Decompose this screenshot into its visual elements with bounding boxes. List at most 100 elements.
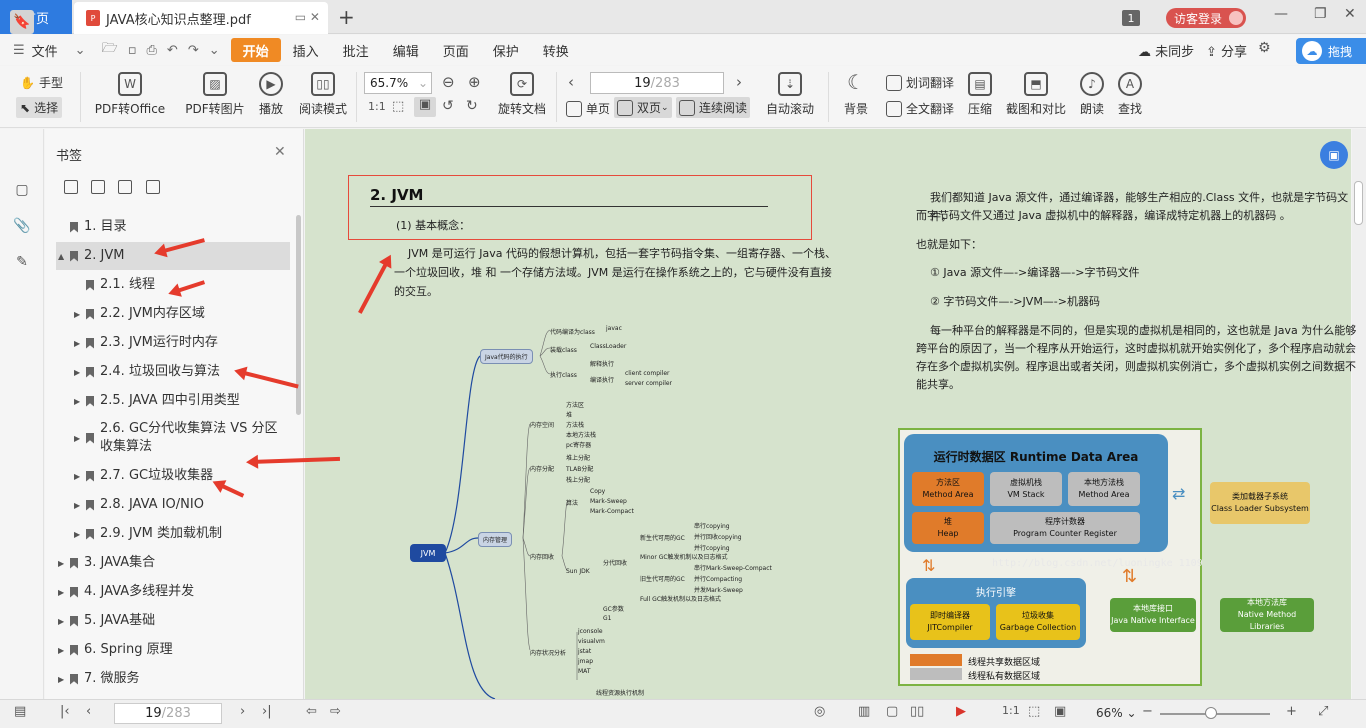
eye-care-icon[interactable]: ◎ (814, 704, 825, 719)
rotate-right-icon[interactable]: ↻ (466, 98, 478, 114)
bookmark-item[interactable]: ▶ 2.2. JVM内存区域 (56, 300, 290, 328)
add-bookmark-icon[interactable] (64, 180, 78, 194)
actual-size-icon[interactable]: 1:1 (368, 100, 386, 113)
open-folder-icon[interactable]: 🗁 (97, 39, 123, 61)
floating-tool-icon[interactable]: ▣ (1320, 141, 1348, 169)
actual-size-icon[interactable]: 1:1 (1002, 704, 1020, 717)
menu-edit[interactable]: 编辑 (381, 38, 431, 62)
background-button[interactable]: ☾ 背景 (838, 72, 874, 117)
bookmark-panel-icon[interactable]: 🔖 (10, 10, 34, 34)
next-page-icon[interactable]: › (240, 704, 245, 719)
double-page-button[interactable]: 双页 ⌄ (614, 97, 672, 118)
hamburger-icon[interactable]: ☰ (8, 43, 30, 58)
expand-toggle-icon[interactable]: ▶ (74, 397, 84, 406)
bookmark-item[interactable]: ▶ 2.5. JAVA 四中引用类型 (56, 387, 290, 415)
minimize-icon[interactable]: — (1274, 6, 1288, 22)
document-tab[interactable]: P JAVA核心知识点整理.pdf ▭ ✕ (74, 2, 328, 34)
status-page-input[interactable]: 19/283 (114, 703, 222, 724)
single-page-button[interactable]: 单页 (566, 100, 610, 117)
bookmark-item[interactable]: ▶ 3. JAVA集合 (56, 549, 290, 577)
bookmark-item[interactable]: ▶ 2.4. 垃圾回收与算法 (56, 358, 290, 386)
expand-toggle-icon[interactable]: ▶ (74, 310, 84, 319)
window-count-badge[interactable]: 1 (1122, 10, 1140, 26)
sidebar-toggle-icon[interactable]: ▤ (14, 704, 26, 719)
expand-toggle-icon[interactable]: ▶ (58, 675, 68, 684)
expand-toggle-icon[interactable]: ▶ (74, 530, 84, 539)
expand-toggle-icon[interactable]: ▶ (74, 501, 84, 510)
continuous-read-button[interactable]: 连续阅读 (676, 97, 751, 118)
pdf-to-office-button[interactable]: W PDF转Office (92, 72, 168, 117)
menu-convert[interactable]: 转换 (531, 38, 581, 62)
forward-icon[interactable]: ⇨ (330, 704, 341, 719)
play-icon[interactable]: ▶ (956, 704, 966, 719)
menu-page[interactable]: 页面 (431, 38, 481, 62)
play-button[interactable]: ▶ 播放 (256, 72, 286, 117)
zoom-in-icon[interactable]: + (1286, 704, 1297, 719)
page-view-icon[interactable]: ▢ (886, 704, 898, 719)
save-icon[interactable]: ▫ (123, 43, 142, 58)
expand-toggle-icon[interactable]: ▲ (58, 252, 68, 261)
bookmark-item[interactable]: 1. 目录 (56, 213, 290, 241)
expand-toggle-icon[interactable]: ▶ (58, 559, 68, 568)
full-translate-button[interactable]: 全文翻译 (886, 100, 954, 117)
first-page-icon[interactable]: |‹ (60, 704, 70, 719)
screenshot-compare-button[interactable]: ⬒ 截图和对比 (1004, 72, 1068, 117)
read-aloud-button[interactable]: ♪ 朗读 (1078, 72, 1106, 117)
more-chevron-icon[interactable]: ⌄ (204, 43, 225, 58)
bookmark-item[interactable]: ▶ 6. Spring 原理 (56, 636, 290, 664)
undo-icon[interactable]: ↶ (162, 43, 183, 58)
bookmark-item[interactable]: ▶ 2.8. JAVA IO/NIO (56, 491, 290, 519)
restore-icon[interactable]: ❐ (1314, 6, 1327, 22)
zoom-percentage[interactable]: 66% ⌄ (1096, 706, 1137, 720)
fit-width-icon[interactable]: ⬚ (1028, 704, 1040, 719)
zoom-out-icon[interactable]: ⊖ (442, 73, 455, 91)
bookmark-item[interactable]: ▶ 2.6. GC分代收集算法 VS 分区收集算法 (56, 416, 290, 460)
expand-toggle-icon[interactable]: ▶ (58, 617, 68, 626)
menu-insert[interactable]: 插入 (281, 38, 331, 62)
drag-button[interactable]: ☁ 拖拽 (1296, 38, 1366, 64)
guest-login-button[interactable]: 访客登录 (1166, 8, 1246, 28)
next-page-icon[interactable]: › (736, 73, 742, 91)
page-number-input[interactable]: 19/283 (590, 72, 724, 94)
bookmark-item[interactable]: ▶ 5. JAVA基础 (56, 607, 290, 635)
fit-width-icon[interactable]: ⬚ (392, 99, 404, 114)
bookmark-item[interactable]: ▶ 2.9. JVM 类加载机制 (56, 520, 290, 548)
zoom-in-icon[interactable]: ⊕ (468, 73, 481, 91)
new-tab-icon[interactable]: + (338, 5, 355, 29)
fit-page-icon[interactable]: ▣ (1054, 704, 1066, 719)
pdf-to-image-button[interactable]: ▨ PDF转图片 (184, 72, 246, 117)
tab-close-icon[interactable]: ▭ ✕ (295, 10, 320, 24)
menu-annotate[interactable]: 批注 (331, 38, 381, 62)
share-button[interactable]: ⇪ 分享 (1206, 41, 1247, 60)
read-mode-button[interactable]: ▯▯ 阅读模式 (298, 72, 348, 117)
expand-toggle-icon[interactable]: ▶ (74, 434, 84, 443)
select-tool[interactable]: ⬉ 选择 (16, 97, 63, 118)
back-icon[interactable]: ⇦ (306, 704, 317, 719)
redo-icon[interactable]: ↷ (183, 43, 204, 58)
gear-icon[interactable]: ⚙ (1258, 40, 1271, 56)
close-icon[interactable]: ✕ (274, 144, 286, 160)
prev-page-icon[interactable]: ‹ (86, 704, 91, 719)
expand-toggle-icon[interactable]: ▶ (74, 339, 84, 348)
bookmark-item[interactable]: ▶ 4. JAVA多线程并发 (56, 578, 290, 606)
auto-scroll-button[interactable]: ⇣ 自动滚动 (760, 72, 820, 117)
sync-status[interactable]: ☁ 未同步 (1138, 41, 1194, 60)
zoom-out-icon[interactable]: − (1142, 704, 1153, 719)
close-window-icon[interactable]: ✕ (1344, 6, 1356, 22)
fit-page-icon[interactable]: ▣ (414, 97, 436, 117)
bookmark-flag-icon[interactable] (118, 180, 132, 194)
bookmark-outline-icon[interactable] (146, 180, 160, 194)
menu-file[interactable]: 文件 (30, 38, 70, 62)
menu-start[interactable]: 开始 (230, 38, 281, 62)
attachment-icon[interactable]: 📎 (10, 214, 34, 238)
last-page-icon[interactable]: ›| (262, 704, 272, 719)
find-button[interactable]: A 查找 (1116, 72, 1144, 117)
rotate-document-button[interactable]: ⟳ 旋转文档 (496, 72, 548, 117)
signature-icon[interactable]: ✎ (10, 250, 34, 274)
hand-tool[interactable]: ✋ 手型 (20, 74, 63, 91)
prev-page-icon[interactable]: ‹ (568, 73, 574, 91)
bookmark-item[interactable]: ▶ 2.3. JVM运行时内存 (56, 329, 290, 357)
word-translate-button[interactable]: 划词翻译 (886, 74, 954, 91)
expand-toggle-icon[interactable]: ▶ (74, 368, 84, 377)
single-view-icon[interactable]: ▥ (858, 704, 870, 719)
